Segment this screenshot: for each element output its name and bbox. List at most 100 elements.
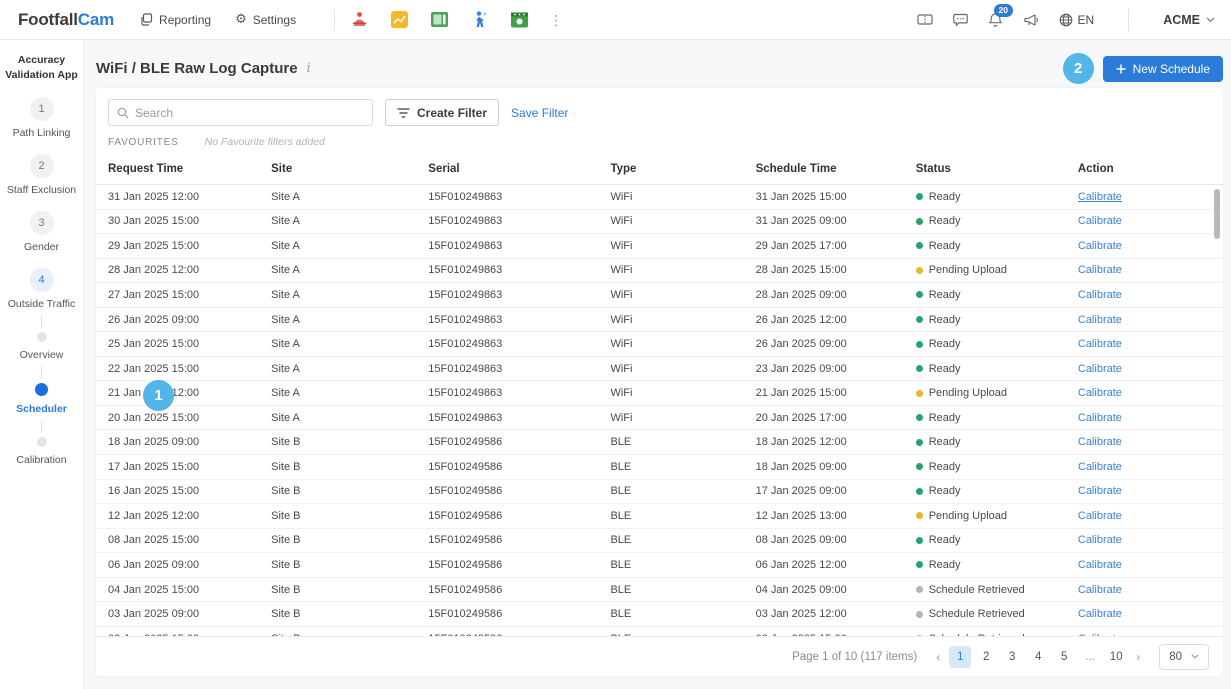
account-menu[interactable]: ACME [1163, 13, 1215, 27]
nav-settings[interactable]: ⚙ Settings [235, 12, 296, 27]
navbar-right: 20 EN ACME [917, 9, 1215, 31]
nav-reporting-label: Reporting [159, 13, 211, 27]
calibrate-link[interactable]: Calibrate [1078, 510, 1122, 522]
action-cell: Calibrate [1078, 559, 1211, 571]
calibrate-link[interactable]: Calibrate [1078, 584, 1122, 596]
site-cell: Site B [271, 608, 428, 620]
language-selector[interactable]: EN [1059, 13, 1095, 27]
type-cell: BLE [610, 633, 755, 636]
pagination-page-3[interactable]: 3 [1001, 646, 1023, 668]
calibrate-link[interactable]: Calibrate [1078, 534, 1122, 546]
calibrate-link[interactable]: Calibrate [1078, 387, 1122, 399]
calibrate-link[interactable]: Calibrate [1078, 264, 1122, 276]
calibrate-link[interactable]: Calibrate [1078, 191, 1122, 203]
substep-dot[interactable] [37, 437, 47, 447]
type-cell: BLE [610, 534, 755, 546]
site-cell: Site A [271, 240, 428, 252]
language-label: EN [1078, 13, 1095, 27]
more-apps-kebab-icon[interactable]: ⋮ [549, 13, 563, 27]
calendar-app-icon[interactable] [509, 10, 529, 30]
status-cell: Ready [916, 215, 1078, 227]
substep-dot[interactable] [37, 332, 47, 342]
notifications-bell-icon[interactable]: 20 [988, 12, 1003, 28]
step-number-circle[interactable]: 1 [30, 97, 54, 121]
table-row: 02 Jan 2025 15:00Site B15F010249586BLE02… [96, 627, 1223, 636]
calibrate-link[interactable]: Calibrate [1078, 485, 1122, 497]
action-cell: Calibrate [1078, 191, 1211, 203]
calibrate-link[interactable]: Calibrate [1078, 338, 1122, 350]
sidebar-substep-scheduler[interactable]: Scheduler [0, 383, 83, 415]
store-visitor-app-icon[interactable] [349, 10, 369, 30]
traffic-app-icon[interactable] [469, 10, 489, 30]
vertical-scrollbar[interactable] [1214, 189, 1220, 239]
schedule-time-cell: 31 Jan 2025 09:00 [756, 215, 916, 227]
create-filter-button[interactable]: Create Filter [385, 99, 499, 126]
pagination-page-1[interactable]: 1 [949, 646, 971, 668]
ticket-icon[interactable] [917, 13, 933, 26]
status-cell: Ready [916, 191, 1078, 203]
pagination-page-5[interactable]: 5 [1053, 646, 1075, 668]
nav-reporting[interactable]: Reporting [140, 13, 211, 27]
status-dot-icon [916, 537, 923, 544]
pagination-page-4[interactable]: 4 [1027, 646, 1049, 668]
type-cell: WiFi [610, 215, 755, 227]
page-size-select[interactable]: 80 [1159, 644, 1209, 670]
calibrate-link[interactable]: Calibrate [1078, 412, 1122, 424]
action-cell: Calibrate [1078, 485, 1211, 497]
type-cell: WiFi [610, 240, 755, 252]
save-filter-link[interactable]: Save Filter [511, 106, 568, 120]
pagination-pages: 12345...10 [949, 646, 1127, 668]
calibrate-link[interactable]: Calibrate [1078, 559, 1122, 571]
calibrate-link[interactable]: Calibrate [1078, 215, 1122, 227]
step-number-circle[interactable]: 4 [30, 268, 54, 292]
step-number-circle[interactable]: 3 [30, 211, 54, 235]
table-body: 31 Jan 2025 12:00Site A15F010249863WiFi3… [96, 185, 1223, 636]
status-cell: Ready [916, 534, 1078, 546]
sidebar-step-gender[interactable]: 3 Gender [0, 211, 83, 253]
pagination-page-10[interactable]: 10 [1105, 646, 1127, 668]
status-dot-icon [916, 635, 923, 636]
calibrate-link[interactable]: Calibrate [1078, 461, 1122, 473]
annotation-badge-1: 1 [143, 380, 174, 411]
sidebar-step-outside-traffic[interactable]: 4 Outside Traffic [0, 268, 83, 310]
status-cell: Ready [916, 412, 1078, 424]
display-app-icon[interactable] [429, 10, 449, 30]
calibrate-link[interactable]: Calibrate [1078, 608, 1122, 620]
sidebar-substep-overview[interactable]: Overview [0, 332, 83, 361]
calibrate-link[interactable]: Calibrate [1078, 363, 1122, 375]
site-cell: Site A [271, 338, 428, 350]
search-input[interactable] [135, 106, 364, 120]
serial-cell: 15F010249586 [428, 559, 610, 571]
calibrate-link[interactable]: Calibrate [1078, 289, 1122, 301]
sidebar-step-path-linking[interactable]: 1 Path Linking [0, 97, 83, 139]
schedule-time-cell: 21 Jan 2025 15:00 [756, 387, 916, 399]
status-label: Pending Upload [929, 387, 1007, 399]
calibrate-link[interactable]: Calibrate [1078, 436, 1122, 448]
schedule-time-cell: 06 Jan 2025 12:00 [756, 559, 916, 571]
step-label: Outside Traffic [0, 298, 83, 310]
calibrate-link[interactable]: Calibrate [1078, 314, 1122, 326]
new-schedule-button[interactable]: New Schedule [1103, 56, 1223, 82]
footfallcam-logo[interactable]: FootfallCam [18, 10, 114, 30]
sidebar-step-staff-exclusion[interactable]: 2 Staff Exclusion [0, 154, 83, 196]
calibrate-link[interactable]: Calibrate [1078, 240, 1122, 252]
step-number-circle[interactable]: 2 [30, 154, 54, 178]
action-cell: Calibrate [1078, 608, 1211, 620]
status-label: Schedule Retrieved [929, 633, 1025, 636]
site-cell: Site A [271, 191, 428, 203]
announcements-megaphone-icon[interactable] [1023, 13, 1039, 27]
sidebar-substep-calibration[interactable]: Calibration [0, 437, 83, 466]
pagination-prev-icon[interactable]: ‹ [931, 650, 945, 664]
analytics-app-icon[interactable] [389, 10, 409, 30]
chat-icon[interactable] [953, 13, 968, 27]
search-box[interactable] [108, 99, 373, 126]
calibrate-link[interactable]: Calibrate [1078, 633, 1122, 636]
pagination-next-icon[interactable]: › [1131, 650, 1145, 664]
substep-dot-current[interactable] [35, 383, 48, 396]
info-icon[interactable]: i [307, 61, 311, 76]
pagination-summary: Page 1 of 10 (117 items) [792, 651, 917, 663]
pagination-page-2[interactable]: 2 [975, 646, 997, 668]
table-row: 27 Jan 2025 15:00Site A15F010249863WiFi2… [96, 283, 1223, 308]
status-dot-icon [916, 316, 923, 323]
request-time-cell: 20 Jan 2025 15:00 [108, 412, 271, 424]
